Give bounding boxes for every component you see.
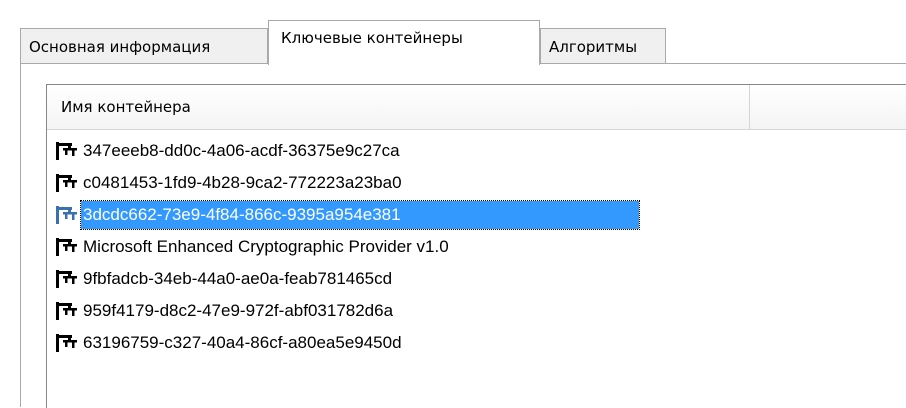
list-item-label: c0481453-1fd9-4b28-9ca2-772223a23ba0 xyxy=(83,173,402,192)
tab-page-key-containers: Имя контейнера 347eeeb8-dd0c-4a06-acdf-3… xyxy=(20,63,906,408)
list-item[interactable]: Microsoft Enhanced Cryptographic Provide… xyxy=(47,231,906,263)
list-item-label: 959f4179-d8c2-47e9-972f-abf031782d6a xyxy=(83,301,394,320)
list-rows: 347eeeb8-dd0c-4a06-acdf-36375e9c27ca c04… xyxy=(47,135,906,359)
tab-strip: Основная информация Ключевые контейнеры … xyxy=(20,20,906,65)
key-container-icon xyxy=(56,206,77,224)
list-item[interactable]: c0481453-1fd9-4b28-9ca2-772223a23ba0 xyxy=(47,167,906,199)
list-item[interactable]: 9fbfadcb-34eb-44a0-ae0a-feab781465cd xyxy=(47,263,906,295)
list-header: Имя контейнера xyxy=(47,85,906,130)
tab-key-containers-label: Ключевые контейнеры xyxy=(281,29,463,47)
key-container-icon xyxy=(56,142,77,160)
tab-algorithms[interactable]: Алгоритмы xyxy=(540,28,666,64)
list-item-selected[interactable]: 3dcdc662-73e9-4f84-866c-9395a954e381 xyxy=(47,199,906,231)
key-container-icon xyxy=(56,302,77,320)
list-item[interactable]: 63196759-c327-40a4-86cf-a80ea5e9450d xyxy=(47,327,906,359)
key-container-list[interactable]: Имя контейнера 347eeeb8-dd0c-4a06-acdf-3… xyxy=(46,84,906,408)
list-item-label: Microsoft Enhanced Cryptographic Provide… xyxy=(83,237,449,256)
key-container-icon xyxy=(56,174,77,192)
list-item-label: 63196759-c327-40a4-86cf-a80ea5e9450d xyxy=(83,333,402,352)
key-container-icon xyxy=(56,238,77,256)
tab-algorithms-label: Алгоритмы xyxy=(549,37,638,56)
tab-basic-info-label: Основная информация xyxy=(29,37,211,56)
list-item-label: 347eeeb8-dd0c-4a06-acdf-36375e9c27ca xyxy=(83,141,400,160)
tab-key-containers[interactable]: Ключевые контейнеры xyxy=(268,20,540,65)
tab-basic-info[interactable]: Основная информация xyxy=(20,28,268,64)
list-item-label: 3dcdc662-73e9-4f84-866c-9395a954e381 xyxy=(80,200,640,230)
column-header-filler xyxy=(750,85,906,129)
column-header-label: Имя контейнера xyxy=(61,98,191,116)
list-item-label: 9fbfadcb-34eb-44a0-ae0a-feab781465cd xyxy=(83,269,393,288)
column-header-container-name[interactable]: Имя контейнера xyxy=(47,85,750,129)
list-item[interactable]: 347eeeb8-dd0c-4a06-acdf-36375e9c27ca xyxy=(47,135,906,167)
key-container-icon xyxy=(56,334,77,352)
list-item[interactable]: 959f4179-d8c2-47e9-972f-abf031782d6a xyxy=(47,295,906,327)
key-container-icon xyxy=(56,270,77,288)
